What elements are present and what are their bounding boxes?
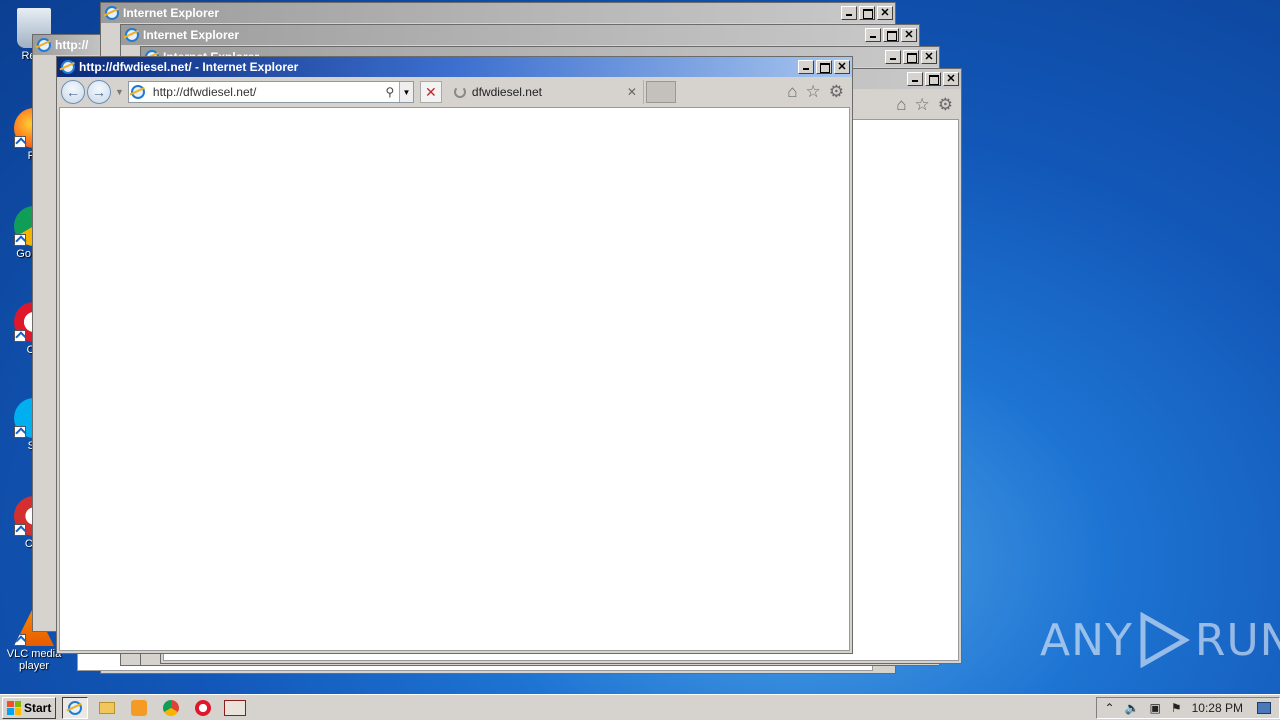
ie-icon: [130, 85, 145, 99]
media-player-icon: [131, 699, 148, 716]
new-tab-button[interactable]: [645, 81, 676, 103]
tab-dfwdiesel[interactable]: dfwdiesel.net ✕: [448, 80, 644, 104]
watermark-right: RUN: [1194, 614, 1280, 666]
window-titlebar[interactable]: http://dfwdiesel.net/ - Internet Explore…: [57, 57, 852, 77]
chrome-icon: [163, 699, 180, 716]
shortcut-arrow-icon: [14, 426, 26, 438]
volume-icon[interactable]: 🔈: [1125, 701, 1140, 715]
taskbar-opera-button[interactable]: [190, 697, 216, 719]
watermark-left: ANY: [1040, 614, 1133, 666]
folder-icon: [99, 701, 116, 714]
page-content: [59, 107, 850, 651]
tab-label: dfwdiesel.net: [471, 85, 542, 99]
close-button[interactable]: ✕: [943, 72, 959, 86]
settings-gear-icon[interactable]: ⚙: [829, 82, 844, 102]
close-button[interactable]: ✕: [901, 28, 917, 42]
system-tray: ⌃ 🔈 ▣ ⚑ 10:28 PM: [1095, 696, 1280, 719]
search-icon[interactable]: ⚲: [381, 85, 399, 99]
stop-button[interactable]: ✕: [419, 81, 442, 103]
ie-icon: [37, 38, 51, 52]
minimize-button[interactable]: [885, 50, 901, 64]
window-title: Internet Explorer: [143, 28, 240, 42]
minimize-button[interactable]: [841, 6, 857, 20]
settings-gear-icon[interactable]: ⚙: [938, 95, 953, 115]
ie-icon: [68, 700, 83, 715]
app-icon: [224, 699, 247, 716]
taskbar-chrome-button[interactable]: [158, 697, 184, 719]
start-label: Start: [24, 700, 52, 715]
taskbar: Start ⌃ 🔈 ▣ ⚑ 10:28 PM: [0, 694, 1280, 720]
shortcut-arrow-icon: [14, 524, 26, 536]
shortcut-arrow-icon: [14, 234, 26, 246]
action-center-flag-icon[interactable]: ⚑: [1171, 701, 1182, 715]
browser-toolbar: ← → ▼ http://dfwdiesel.net/ ⚲ ▼ ✕ dfwdie…: [59, 78, 850, 106]
minimize-button[interactable]: [798, 60, 814, 74]
address-dropdown-button[interactable]: ▼: [398, 82, 413, 102]
ie-icon: [105, 6, 119, 20]
ie-window-active[interactable]: http://dfwdiesel.net/ - Internet Explore…: [56, 56, 853, 654]
minimize-button[interactable]: [865, 28, 881, 42]
play-logo-icon: [1140, 612, 1190, 668]
ie-icon: [125, 28, 139, 42]
address-input[interactable]: http://dfwdiesel.net/: [149, 85, 381, 99]
taskbar-media-player-button[interactable]: [126, 697, 152, 719]
back-arrow-icon: ←: [66, 84, 80, 100]
favorites-star-icon[interactable]: ☆: [915, 95, 930, 115]
window-titlebar[interactable]: Internet Explorer ✕: [101, 3, 895, 23]
forward-button[interactable]: →: [87, 80, 111, 104]
ie-icon: [61, 60, 75, 74]
back-button[interactable]: ←: [61, 80, 85, 104]
forward-arrow-icon: →: [92, 84, 106, 100]
maximize-button[interactable]: [883, 28, 899, 42]
address-bar[interactable]: http://dfwdiesel.net/ ⚲ ▼: [127, 81, 414, 103]
minimize-button[interactable]: [907, 72, 923, 86]
close-button[interactable]: ✕: [834, 60, 850, 74]
window-titlebar[interactable]: Internet Explorer ✕: [121, 25, 919, 45]
taskbar-ie-button[interactable]: [62, 696, 89, 719]
close-button[interactable]: ✕: [921, 50, 937, 64]
network-icon[interactable]: ▣: [1150, 701, 1161, 715]
history-dropdown-icon[interactable]: ▼: [115, 87, 124, 97]
maximize-button[interactable]: [859, 6, 875, 20]
home-icon[interactable]: ⌂: [787, 82, 797, 102]
window-title: Internet Explorer: [123, 6, 220, 20]
taskbar-app-button[interactable]: [222, 697, 248, 719]
home-icon[interactable]: ⌂: [896, 95, 906, 115]
maximize-button[interactable]: [925, 72, 941, 86]
favorites-star-icon[interactable]: ☆: [806, 82, 821, 102]
shortcut-arrow-icon: [14, 634, 26, 646]
loading-spinner-icon: [453, 86, 466, 98]
close-button[interactable]: ✕: [877, 6, 893, 20]
tray-expand-icon[interactable]: ⌃: [1105, 701, 1115, 715]
stop-x-icon: ✕: [425, 83, 437, 100]
show-desktop-button[interactable]: [1257, 701, 1271, 714]
shortcut-arrow-icon: [14, 136, 26, 148]
clock[interactable]: 10:28 PM: [1192, 701, 1243, 715]
tab-close-icon[interactable]: ✕: [627, 85, 637, 99]
watermark: ANY RUN: [1040, 612, 1280, 668]
maximize-button[interactable]: [903, 50, 919, 64]
start-button[interactable]: Start: [2, 696, 57, 719]
maximize-button[interactable]: [816, 60, 832, 74]
window-title: http://dfwdiesel.net/ - Internet Explore…: [79, 60, 299, 74]
windows-logo-icon: [7, 700, 21, 715]
opera-icon: [195, 699, 212, 716]
shortcut-arrow-icon: [14, 330, 26, 342]
taskbar-explorer-button[interactable]: [94, 697, 120, 719]
